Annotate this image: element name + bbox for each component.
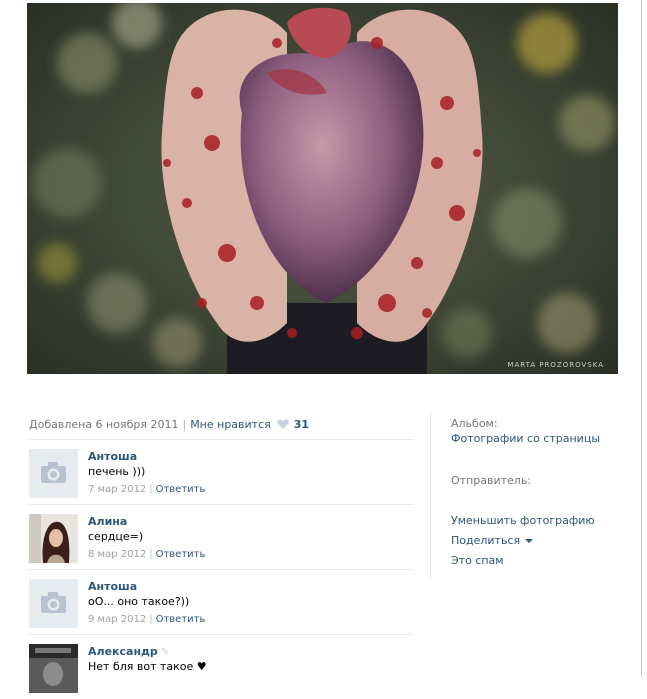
like-count[interactable]: 31 — [294, 418, 309, 431]
meta-separator: | — [182, 418, 187, 431]
camera-placeholder-icon — [29, 579, 78, 628]
user-photo-icon — [29, 514, 78, 563]
avatar[interactable] — [29, 579, 78, 628]
added-date: Добавлена 6 ноября 2011 — [29, 418, 179, 431]
comment-footer: 8 мар 2012 | Ответить — [88, 549, 205, 560]
avatar[interactable] — [29, 644, 78, 693]
share-label: Поделиться — [451, 534, 521, 547]
camera-placeholder-icon — [29, 449, 78, 498]
comment-text: Нет бля вот такое ♥ — [88, 660, 207, 673]
comment-date[interactable]: 9 мар 2012 — [88, 614, 146, 625]
comment-item: Александр ✎ Нет бля вот такое ♥ — [29, 634, 413, 699]
heart-in-hands-image — [27, 3, 618, 374]
avatar[interactable] — [29, 449, 78, 498]
user-photo-icon — [29, 644, 78, 693]
share-link[interactable]: Поделиться — [451, 534, 534, 547]
comment-footer: 7 мар 2012 | Ответить — [88, 484, 205, 495]
photo-watermark: MARTA PROZOROVSKA — [507, 361, 604, 369]
footer-separator: | — [149, 549, 153, 560]
reply-link[interactable]: Ответить — [156, 549, 206, 560]
reply-link[interactable]: Ответить — [156, 614, 206, 625]
footer-separator: | — [149, 614, 153, 625]
comment-author[interactable]: Александр ✎ — [88, 645, 169, 658]
spam-link[interactable]: Это спам — [451, 554, 504, 567]
photo-meta: Добавлена 6 ноября 2011 | Мне нравится 31 — [29, 418, 309, 431]
like-link[interactable]: Мне нравится — [190, 418, 271, 431]
shrink-photo-link[interactable]: Уменьшить фотографию — [451, 514, 595, 527]
sidebar-divider — [430, 413, 431, 578]
comment-text: сердце=) — [88, 530, 144, 543]
reply-link[interactable]: Ответить — [156, 484, 206, 495]
comment-footer: 9 мар 2012 | Ответить — [88, 614, 205, 625]
comment-date[interactable]: 8 мар 2012 — [88, 549, 146, 560]
heart-icon[interactable] — [277, 419, 290, 429]
window-border — [641, 0, 642, 677]
sender-label: Отправитель: — [451, 474, 532, 487]
album-link[interactable]: Фотографии со страницы — [451, 432, 600, 445]
footer-separator: | — [149, 484, 153, 495]
comment-item: Алина сердце=) 8 мар 2012 | Ответить — [29, 504, 413, 569]
comments-list: Антоша печень ))) 7 мар 2012 | Ответить Ал… — [29, 439, 413, 699]
comment-item: Антоша печень ))) 7 мар 2012 | Ответить — [29, 439, 413, 504]
main-photo[interactable]: MARTA PROZOROVSKA — [27, 3, 618, 374]
comment-author[interactable]: Алина — [88, 515, 127, 528]
comment-text: оО... оно такое?)) — [88, 595, 190, 608]
comment-text: печень ))) — [88, 465, 146, 478]
chevron-down-icon — [525, 539, 534, 543]
pencil-icon: ✎ — [160, 647, 170, 658]
comment-author[interactable]: Антоша — [88, 450, 137, 463]
comment-author-name: Александр — [88, 645, 158, 658]
comment-item: Антоша оО... оно такое?)) 9 мар 2012 | Отв… — [29, 569, 413, 634]
album-label: Альбом: — [451, 417, 498, 430]
avatar[interactable] — [29, 514, 78, 563]
comment-date[interactable]: 7 мар 2012 — [88, 484, 146, 495]
comment-author[interactable]: Антоша — [88, 580, 137, 593]
